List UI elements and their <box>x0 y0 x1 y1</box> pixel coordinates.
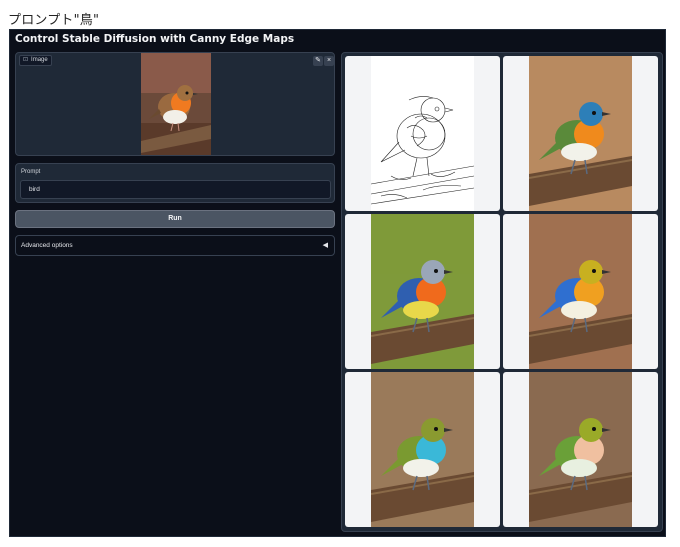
run-button[interactable]: Run <box>15 210 335 228</box>
app-title: Control Stable Diffusion with Canny Edge… <box>15 33 295 45</box>
gallery-tile[interactable] <box>503 372 658 527</box>
clear-image-button[interactable]: × <box>324 56 334 66</box>
generated-bird-image <box>529 372 632 527</box>
gallery-tile[interactable] <box>345 372 500 527</box>
page-caption: プロンプト"鳥" <box>8 13 100 28</box>
input-robin-image <box>141 53 211 155</box>
gallery-tile[interactable] <box>345 214 500 369</box>
generated-bird-image <box>529 214 632 369</box>
app-window: Control Stable Diffusion with Canny Edge… <box>9 29 666 537</box>
gallery-tile[interactable] <box>345 56 500 211</box>
advanced-options-accordion[interactable]: Advanced options ◀ <box>15 235 335 256</box>
prompt-label: Prompt <box>21 169 41 175</box>
collapse-arrow-icon: ◀ <box>322 242 328 249</box>
image-label-text: Image <box>31 57 48 63</box>
edit-image-button[interactable]: ✎ <box>313 56 323 66</box>
gallery-tile[interactable] <box>503 56 658 211</box>
prompt-panel: Prompt bird <box>15 163 335 203</box>
close-icon: × <box>326 57 332 64</box>
gallery-tile[interactable] <box>503 214 658 369</box>
advanced-options-label: Advanced options <box>21 242 73 249</box>
generated-bird-image <box>371 372 474 527</box>
pencil-icon: ✎ <box>315 57 321 64</box>
image-icon: ⊡ <box>23 57 29 63</box>
generated-bird-image <box>529 56 632 211</box>
image-label-badge: ⊡ Image <box>19 55 52 66</box>
prompt-input[interactable]: bird <box>20 180 331 199</box>
image-input[interactable]: ⊡ Image ✎ × <box>15 52 335 156</box>
result-gallery <box>341 52 663 532</box>
edge-map-image <box>371 56 474 211</box>
generated-bird-image <box>371 214 474 369</box>
